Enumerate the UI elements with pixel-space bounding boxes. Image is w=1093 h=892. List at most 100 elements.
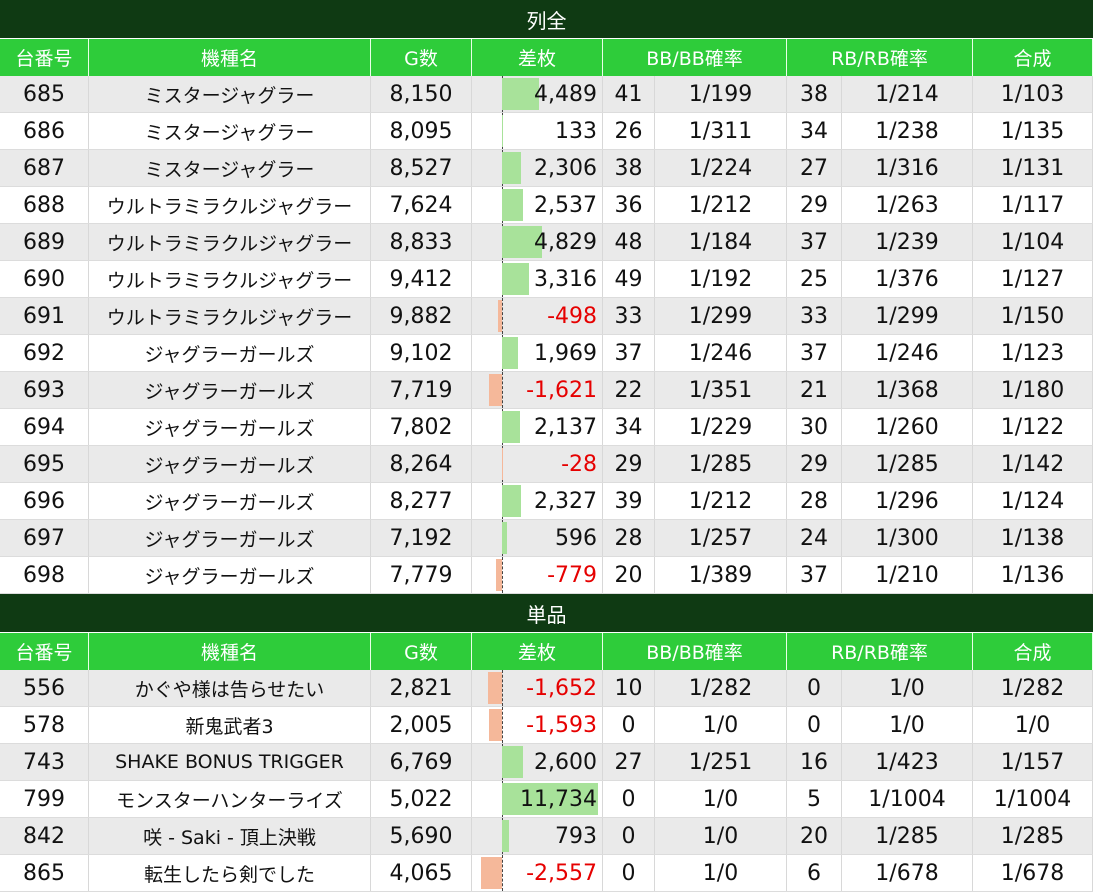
difference-value: -2,557 <box>526 861 597 886</box>
header-games[interactable]: G数 <box>371 633 472 670</box>
bb-probability-cell: 1/224 <box>655 150 787 186</box>
table-row[interactable]: 689ウルトラミラクルジャグラー8,8334,829481/184371/239… <box>0 224 1093 261</box>
combined-probability-cell: 1/122 <box>973 409 1093 445</box>
rb-probability-cell: 1/210 <box>842 557 973 593</box>
table-row[interactable]: 688ウルトラミラクルジャグラー7,6242,537361/212291/263… <box>0 187 1093 224</box>
difference-value: -779 <box>547 563 597 588</box>
header-games[interactable]: G数 <box>371 39 472 76</box>
difference-value: 11,734 <box>520 787 597 812</box>
header-machine-name[interactable]: 機種名 <box>89 39 371 76</box>
difference-cell: -2,557 <box>472 855 603 891</box>
rb-probability-cell: 1/376 <box>842 261 973 297</box>
table-row[interactable]: 697ジャグラーガールズ7,192596281/257241/3001/138 <box>0 520 1093 557</box>
header-bb[interactable]: BB/BB確率 <box>603 39 787 76</box>
header-combined[interactable]: 合成 <box>973 39 1093 76</box>
rb-count-cell: 29 <box>787 187 842 223</box>
combined-probability-cell: 1/127 <box>973 261 1093 297</box>
header-combined[interactable]: 合成 <box>973 633 1093 670</box>
table-row[interactable]: 743SHAKE BONUS TRIGGER6,7692,600271/2511… <box>0 744 1093 781</box>
combined-probability-cell: 1/157 <box>973 744 1093 780</box>
rb-count-cell: 25 <box>787 261 842 297</box>
table-row[interactable]: 842咲 - Saki - 頂上決戦5,69079301/0201/2851/2… <box>0 818 1093 855</box>
games-cell: 4,065 <box>371 855 472 891</box>
header-bb[interactable]: BB/BB確率 <box>603 633 787 670</box>
combined-probability-cell: 1/678 <box>973 855 1093 891</box>
header-difference[interactable]: 差枚 <box>472 39 603 76</box>
rb-probability-cell: 1/246 <box>842 335 973 371</box>
difference-value: -1,652 <box>526 676 597 701</box>
rb-count-cell: 0 <box>787 670 842 706</box>
rb-count-cell: 38 <box>787 76 842 112</box>
rb-count-cell: 6 <box>787 855 842 891</box>
header-machine-no[interactable]: 台番号 <box>0 39 89 76</box>
header-machine-no[interactable]: 台番号 <box>0 633 89 670</box>
header-rb[interactable]: RB/RB確率 <box>787 633 973 670</box>
zero-axis-line <box>502 446 503 482</box>
header-rb[interactable]: RB/RB確率 <box>787 39 973 76</box>
positive-bar <box>502 485 521 517</box>
table-row[interactable]: 578新鬼武者32,005-1,59301/001/01/0 <box>0 707 1093 744</box>
difference-cell: 2,600 <box>472 744 603 780</box>
header-difference[interactable]: 差枚 <box>472 633 603 670</box>
table-row[interactable]: 686ミスタージャグラー8,095133261/311341/2381/135 <box>0 113 1093 150</box>
table-row[interactable]: 692ジャグラーガールズ9,1021,969371/246371/2461/12… <box>0 335 1093 372</box>
table-row[interactable]: 865転生したら剣でした4,065-2,55701/061/6781/678 <box>0 855 1093 892</box>
table-row[interactable]: 687ミスタージャグラー8,5272,306381/224271/3161/13… <box>0 150 1093 187</box>
machine-name-cell: モンスターハンターライズ <box>89 781 371 817</box>
table-row[interactable]: 696ジャグラーガールズ8,2772,327391/212281/2961/12… <box>0 483 1093 520</box>
difference-cell: 133 <box>472 113 603 149</box>
table-row[interactable]: 799モンスターハンターライズ5,02211,73401/051/10041/1… <box>0 781 1093 818</box>
positive-bar <box>502 263 529 295</box>
negative-bar <box>481 857 502 889</box>
bb-count-cell: 0 <box>603 707 655 743</box>
combined-probability-cell: 1/180 <box>973 372 1093 408</box>
machine-name-cell: ミスタージャグラー <box>89 76 371 112</box>
table-row[interactable]: 695ジャグラーガールズ8,264-28291/285291/2851/142 <box>0 446 1093 483</box>
rb-probability-cell: 1/296 <box>842 483 973 519</box>
rb-probability-cell: 1/263 <box>842 187 973 223</box>
table-row[interactable]: 693ジャグラーガールズ7,719-1,621221/351211/3681/1… <box>0 372 1093 409</box>
difference-cell: 4,489 <box>472 76 603 112</box>
bb-probability-cell: 1/212 <box>655 483 787 519</box>
difference-cell: -1,621 <box>472 372 603 408</box>
rb-count-cell: 28 <box>787 483 842 519</box>
games-cell: 8,833 <box>371 224 472 260</box>
machine-name-cell: ジャグラーガールズ <box>89 557 371 593</box>
bb-probability-cell: 1/229 <box>655 409 787 445</box>
table-row[interactable]: 694ジャグラーガールズ7,8022,137341/229301/2601/12… <box>0 409 1093 446</box>
combined-probability-cell: 1/131 <box>973 150 1093 186</box>
bb-count-cell: 49 <box>603 261 655 297</box>
header-machine-name[interactable]: 機種名 <box>89 633 371 670</box>
table-row[interactable]: 556かぐや様は告らせたい2,821-1,652101/28201/01/282 <box>0 670 1093 707</box>
bb-count-cell: 34 <box>603 409 655 445</box>
positive-bar <box>502 522 507 554</box>
machine-no-cell: 696 <box>0 483 89 519</box>
bb-probability-cell: 1/199 <box>655 76 787 112</box>
machine-no-cell: 690 <box>0 261 89 297</box>
rb-probability-cell: 1/285 <box>842 446 973 482</box>
rb-count-cell: 37 <box>787 557 842 593</box>
games-cell: 8,264 <box>371 446 472 482</box>
machine-no-cell: 799 <box>0 781 89 817</box>
table-row[interactable]: 690ウルトラミラクルジャグラー9,4123,316491/192251/376… <box>0 261 1093 298</box>
bb-probability-cell: 1/0 <box>655 818 787 854</box>
combined-probability-cell: 1/150 <box>973 298 1093 334</box>
difference-cell: 596 <box>472 520 603 556</box>
machine-name-cell: ウルトラミラクルジャグラー <box>89 224 371 260</box>
positive-bar <box>502 189 523 221</box>
rb-probability-cell: 1/299 <box>842 298 973 334</box>
rb-probability-cell: 1/214 <box>842 76 973 112</box>
bb-probability-cell: 1/351 <box>655 372 787 408</box>
difference-value: 1,969 <box>534 341 597 366</box>
bb-count-cell: 37 <box>603 335 655 371</box>
games-cell: 7,192 <box>371 520 472 556</box>
bb-probability-cell: 1/0 <box>655 781 787 817</box>
difference-cell: 2,306 <box>472 150 603 186</box>
table-row[interactable]: 685ミスタージャグラー8,1504,489411/199381/2141/10… <box>0 76 1093 113</box>
machine-no-cell: 692 <box>0 335 89 371</box>
positive-bar <box>502 820 509 852</box>
table-row[interactable]: 698ジャグラーガールズ7,779-779201/389371/2101/136 <box>0 557 1093 594</box>
machine-no-cell: 556 <box>0 670 89 706</box>
table-row[interactable]: 691ウルトラミラクルジャグラー9,882-498331/299331/2991… <box>0 298 1093 335</box>
difference-value: -28 <box>561 452 597 477</box>
